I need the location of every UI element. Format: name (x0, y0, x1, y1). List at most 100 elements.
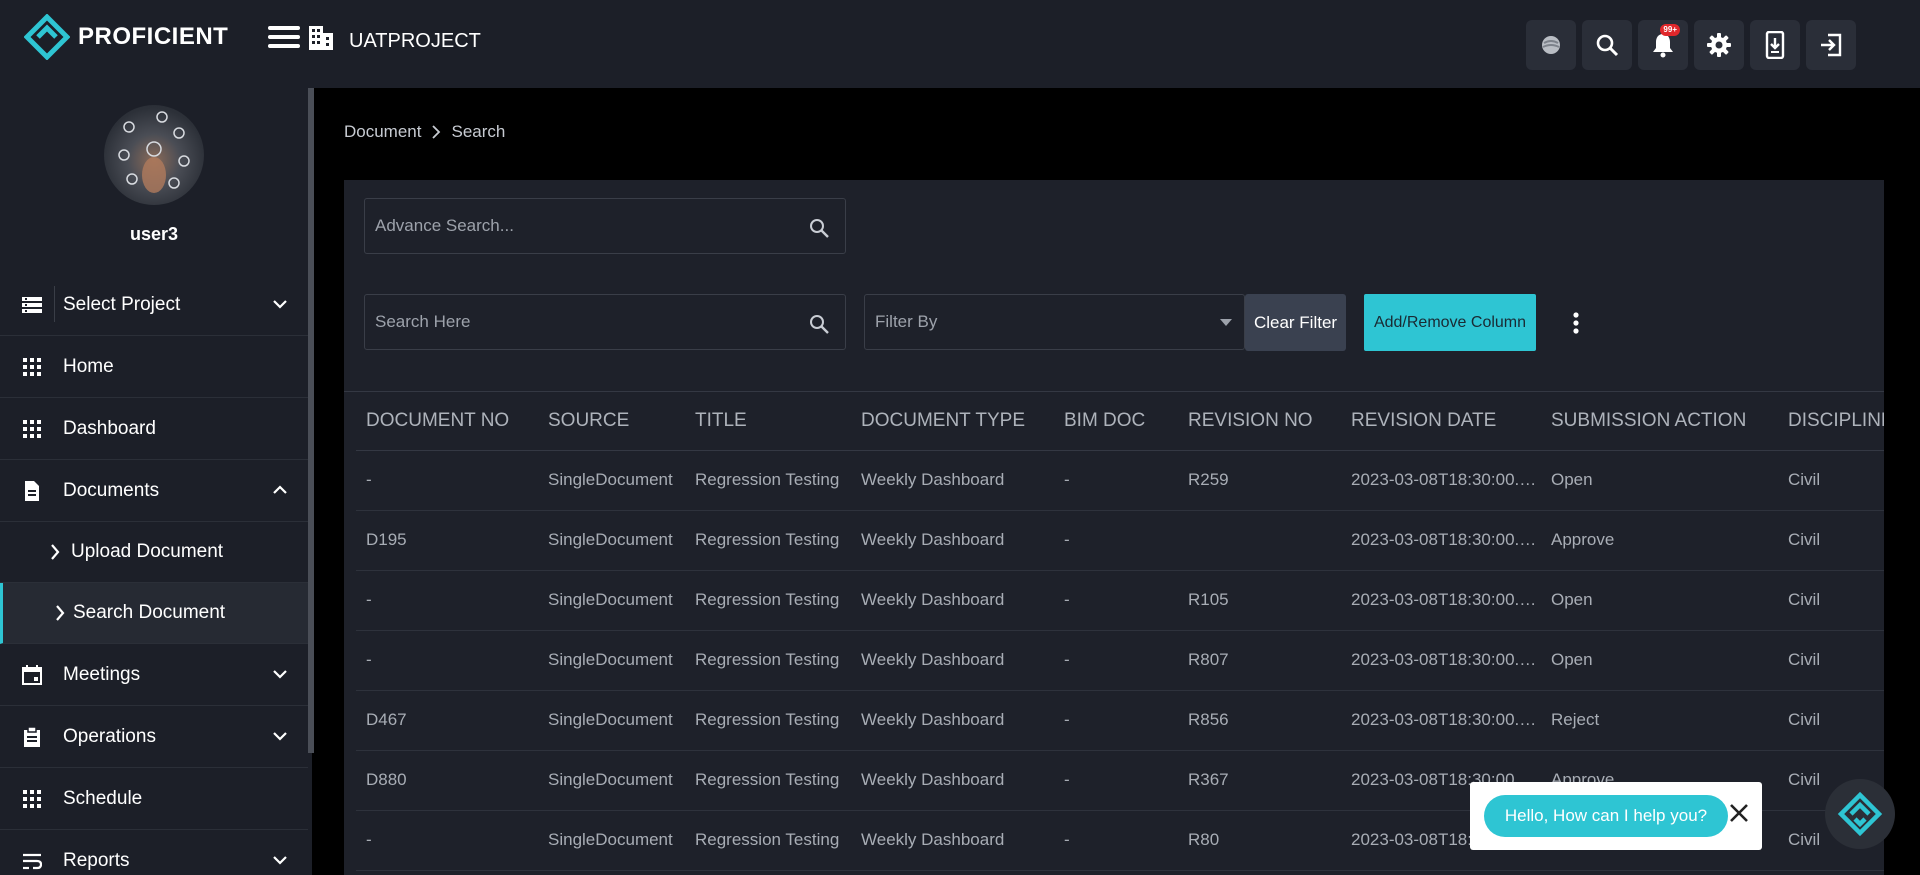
column-header[interactable]: SUBMISSION ACTION (1541, 392, 1778, 451)
sidebar-item-documents[interactable]: Documents (0, 460, 308, 522)
table-cell: Civil (1778, 510, 1884, 571)
grid-icon (23, 790, 41, 808)
column-header[interactable]: SOURCE (538, 392, 685, 451)
table-cell (1178, 510, 1341, 571)
breadcrumb-document[interactable]: Document (344, 122, 421, 142)
table-cell: Open (1541, 570, 1778, 631)
advance-search-input[interactable]: Advance Search... (364, 198, 846, 254)
sidebar-item-meetings[interactable]: Meetings (0, 644, 308, 706)
table-cell: Weekly Dashboard (851, 630, 1054, 691)
table-cell: Regression Testing (685, 750, 851, 811)
table-cell: SingleDocument (538, 510, 685, 571)
table-row[interactable]: D467 SingleDocument Regression Testing Week… (356, 690, 1884, 751)
table-cell: Regression Testing (685, 450, 851, 511)
sidebar-item-label: Operations (63, 725, 156, 747)
table-cell: - (1054, 810, 1178, 871)
filter-placeholder: Filter By (875, 312, 938, 331)
table-cell: Weekly Dashboard (851, 810, 1054, 871)
table-cell: Open (1541, 450, 1778, 511)
search-panel: Advance Search... Search Here Filter By … (344, 180, 1884, 875)
search-icon (1596, 34, 1619, 57)
sidebar-item-label: Documents (63, 479, 160, 501)
clipboard-icon (24, 727, 40, 747)
sidebar-item-select-project[interactable]: Select Project (0, 274, 308, 336)
sidebar-scrollbar[interactable] (308, 88, 314, 753)
table-cell: R367 (1178, 750, 1341, 811)
search-icon[interactable] (809, 218, 829, 238)
chat-launcher-button[interactable] (1825, 779, 1895, 849)
table-cell: - (1054, 450, 1178, 511)
logout-button[interactable] (1806, 20, 1856, 70)
column-header[interactable]: DISCIPLINE (1778, 392, 1884, 451)
avatar[interactable] (104, 105, 204, 205)
sidebar-item-label: Home (63, 355, 114, 377)
search-placeholder: Search Here (375, 312, 471, 331)
table-row[interactable]: D195 SingleDocument Regression Testing Week… (356, 510, 1884, 571)
table-cell: Civil (1778, 630, 1884, 691)
download-app-button[interactable] (1750, 20, 1800, 70)
table-cell: Reject (1541, 690, 1778, 751)
document-icon (25, 481, 39, 501)
table-cell: SingleDocument (538, 690, 685, 751)
search-input[interactable]: Search Here (364, 294, 846, 350)
table-cell: - (1054, 750, 1178, 811)
table-cell: Approve (1541, 510, 1778, 571)
column-header[interactable]: REVISION NO (1178, 392, 1341, 451)
filter-by-select[interactable]: Filter By (864, 294, 1245, 350)
sidebar-item-label: Search Document (73, 602, 226, 623)
top-actions: 99+ (1526, 20, 1856, 70)
sidebar: user3 Select Project Home Dashboard Docu… (0, 88, 314, 875)
column-header[interactable]: DOCUMENT TYPE (851, 392, 1054, 451)
table-cell: Regression Testing (685, 570, 851, 631)
project-name: UATPROJECT (349, 30, 481, 52)
search-icon[interactable] (809, 314, 829, 334)
table-cell: SingleDocument (538, 810, 685, 871)
column-header[interactable]: TITLE (685, 392, 851, 451)
notifications-button[interactable]: 99+ (1638, 20, 1688, 70)
sidebar-nav: Select Project Home Dashboard Documents … (0, 274, 308, 875)
more-options-icon[interactable] (1568, 310, 1584, 338)
table-cell: - (356, 450, 538, 511)
table-cell: 2023-03-08T18:30:00.000Z (1341, 690, 1541, 751)
table-row[interactable]: - SingleDocument Regression Testing Weekly … (356, 630, 1884, 691)
app-logo[interactable]: PROFICIENT (24, 12, 228, 62)
close-icon[interactable] (1728, 802, 1750, 824)
sidebar-item-search-document[interactable]: Search Document (0, 583, 308, 644)
item-separator (54, 286, 55, 322)
chevron-down-icon (273, 856, 287, 865)
sidebar-item-schedule[interactable]: Schedule (0, 768, 308, 830)
chat-greeting-bubble[interactable]: Hello, How can I help you? (1484, 795, 1728, 837)
column-header[interactable]: BIM DOC (1054, 392, 1178, 451)
table-cell: R807 (1178, 630, 1341, 691)
sidebar-item-dashboard[interactable]: Dashboard (0, 398, 308, 460)
calendar-icon (22, 665, 42, 685)
table-cell: Civil (1778, 690, 1884, 751)
sidebar-item-upload-document[interactable]: Upload Document (0, 522, 308, 583)
global-search-button[interactable] (1582, 20, 1632, 70)
sidebar-item-home[interactable]: Home (0, 336, 308, 398)
logo-text: PROFICIENT (78, 23, 229, 50)
sidebar-item-label: Schedule (63, 787, 143, 809)
table-cell: Weekly Dashboard (851, 570, 1054, 631)
theme-toggle-button[interactable] (1526, 20, 1576, 70)
list-icon (22, 297, 42, 313)
menu-toggle-button[interactable] (268, 26, 300, 52)
chevron-down-icon (273, 732, 287, 741)
add-remove-column-button[interactable]: Add/Remove Column (1364, 294, 1536, 351)
table-header-row: DOCUMENT NO SOURCE TITLE DOCUMENT TYPE B… (356, 392, 1884, 451)
table-cell: SingleDocument (538, 570, 685, 631)
sidebar-item-reports[interactable]: Reports (0, 830, 308, 875)
column-header[interactable]: DOCUMENT NO (356, 392, 538, 451)
clear-filter-button[interactable]: Clear Filter (1245, 294, 1346, 351)
settings-button[interactable] (1694, 20, 1744, 70)
table-cell: D880 (356, 750, 538, 811)
sidebar-item-operations[interactable]: Operations (0, 706, 308, 768)
table-row[interactable]: - SingleDocument Regression Testing Weekly … (356, 450, 1884, 511)
chat-popup: Hello, How can I help you? (1470, 782, 1762, 850)
column-header[interactable]: REVISION DATE (1341, 392, 1541, 451)
table-row[interactable]: - SingleDocument Regression Testing Weekly … (356, 570, 1884, 631)
chevron-down-icon (273, 300, 287, 309)
table-cell: D195 (356, 510, 538, 571)
table-cell: SingleDocument (538, 630, 685, 691)
sidebar-item-label: Meetings (63, 663, 141, 685)
